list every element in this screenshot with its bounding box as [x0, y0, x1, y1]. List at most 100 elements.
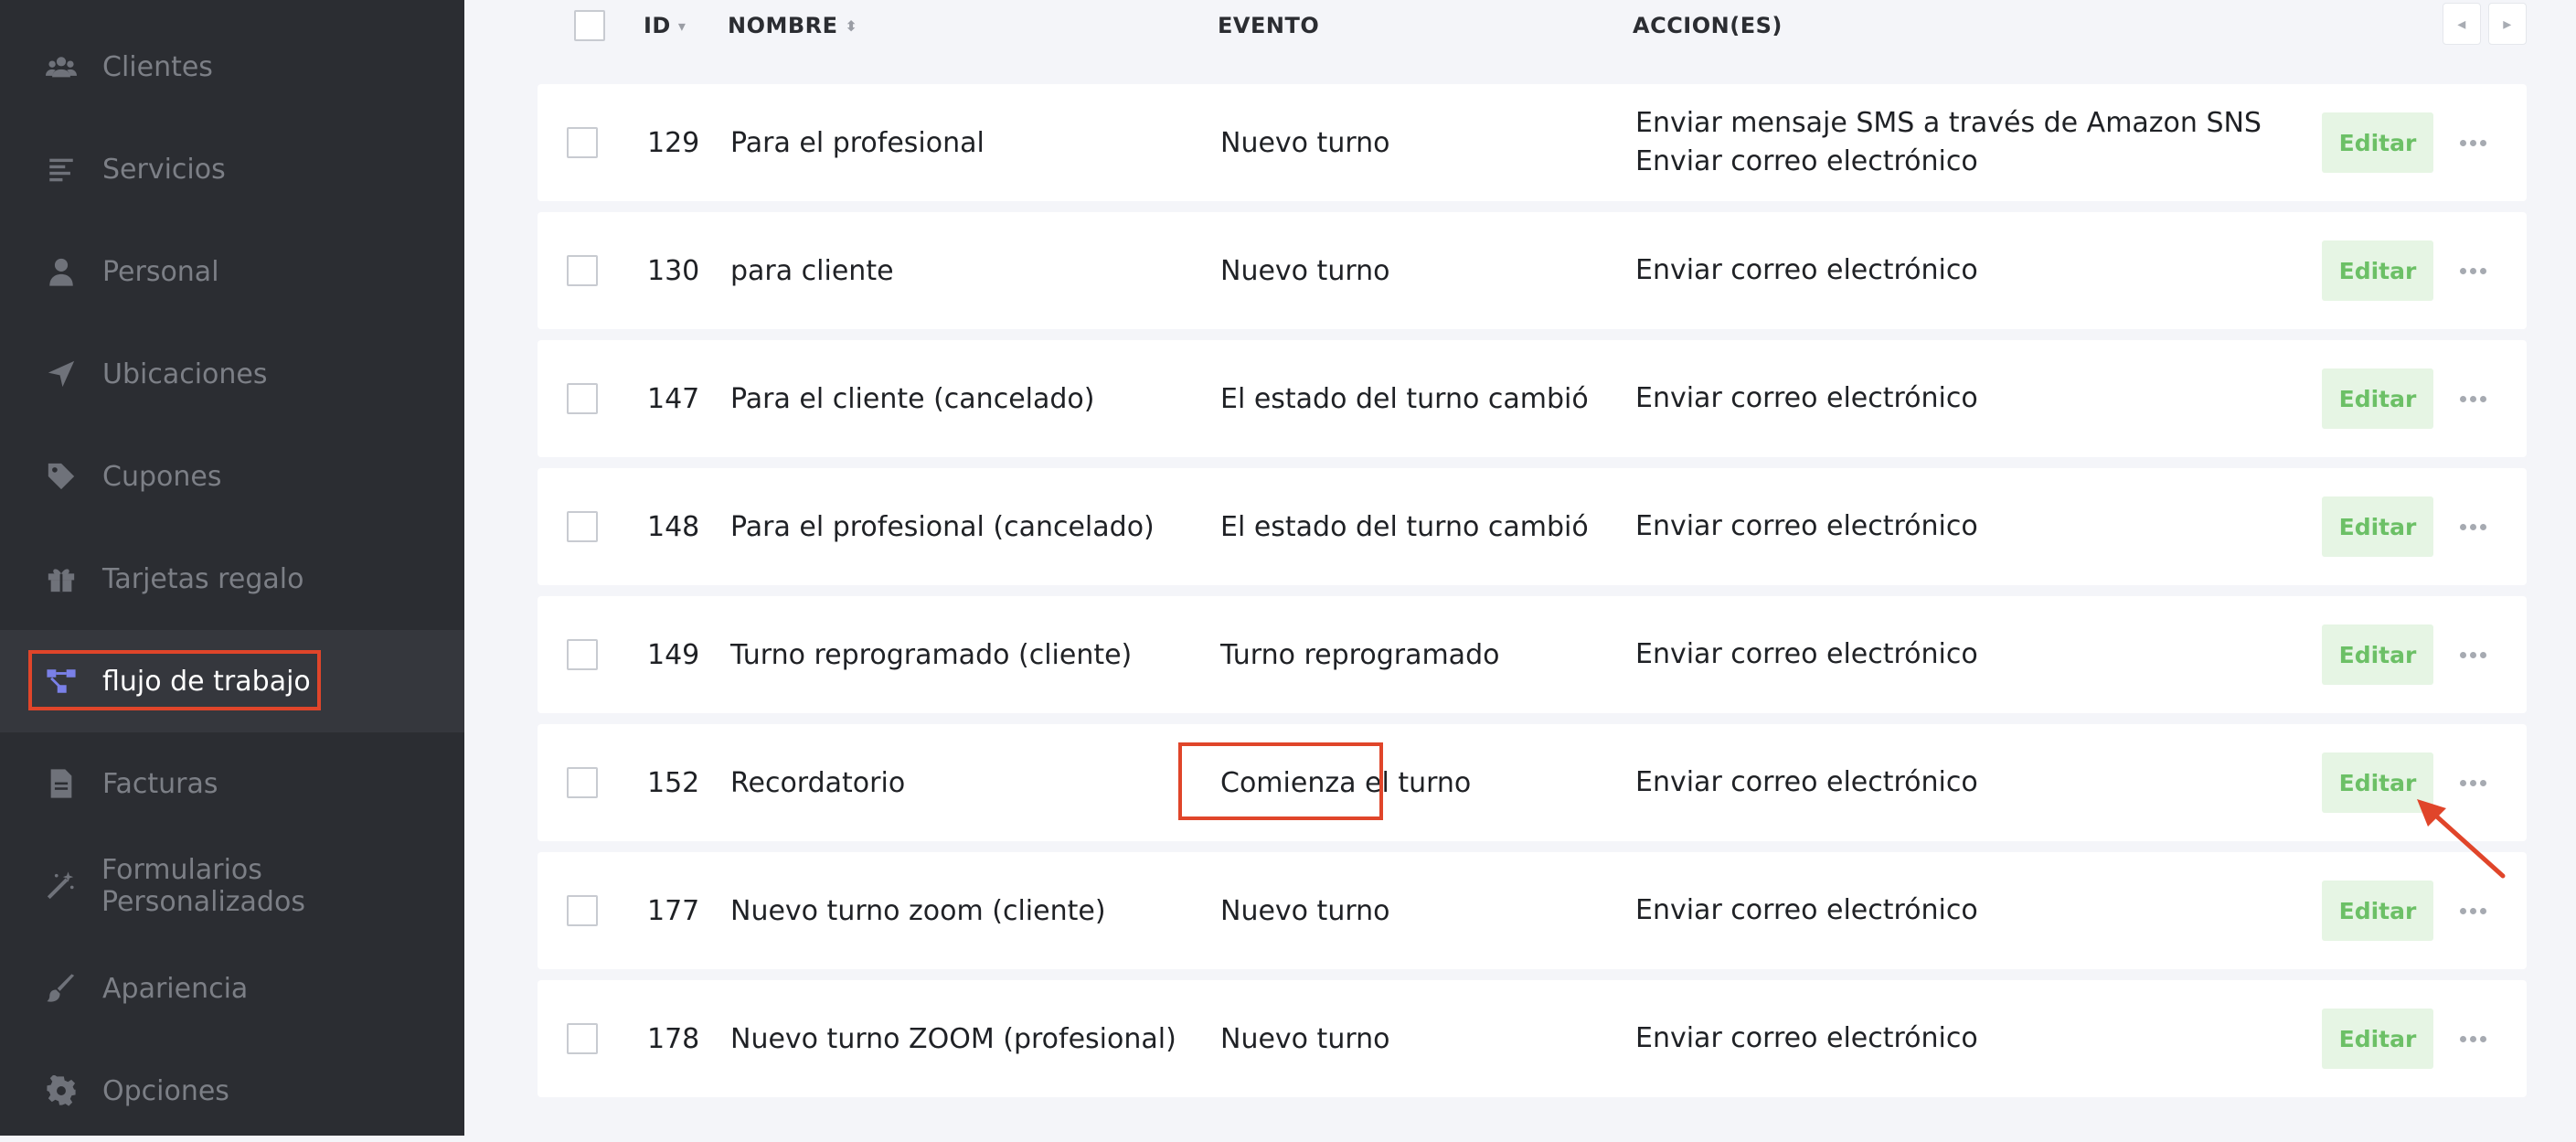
- more-options-icon[interactable]: [2457, 1026, 2488, 1051]
- edit-button[interactable]: Editar: [2322, 240, 2433, 301]
- invoice-icon: [44, 766, 79, 801]
- more-options-icon[interactable]: [2457, 898, 2488, 923]
- row-actions: Enviar correo electrónico: [1635, 596, 1978, 713]
- more-options-icon[interactable]: [2457, 642, 2488, 667]
- sidebar-item-flujo-de-trabajo[interactable]: flujo de trabajo: [0, 630, 464, 732]
- more-options-icon[interactable]: [2457, 258, 2488, 283]
- edit-button[interactable]: Editar: [2322, 881, 2433, 941]
- sidebar-item-label: Opciones: [102, 1074, 229, 1107]
- action-item: Enviar correo electrónico: [1635, 145, 1978, 177]
- row-id: 130: [647, 254, 700, 287]
- row-name: para cliente: [730, 254, 894, 287]
- caret-left-icon: ◂: [2457, 14, 2466, 34]
- row-event: Turno reprogramado: [1220, 638, 1500, 671]
- sidebar-item-tarjetas-regalo[interactable]: Tarjetas regalo: [0, 528, 464, 630]
- edit-button[interactable]: Editar: [2322, 1009, 2433, 1069]
- edit-button[interactable]: Editar: [2322, 496, 2433, 557]
- table-header: ID ▾ NOMBRE ⬍ EVENTO ACCION(ES) ◂ ▸: [538, 0, 2527, 51]
- row-name: Recordatorio: [730, 766, 906, 799]
- row-id: 147: [647, 382, 700, 415]
- row-event: Nuevo turno: [1220, 254, 1390, 287]
- magic-wand-icon: [44, 869, 78, 903]
- row-checkbox[interactable]: [567, 212, 598, 329]
- row-event: El estado del turno cambió: [1220, 510, 1589, 543]
- table-row: 147 Para el cliente (cancelado) El estad…: [538, 340, 2527, 457]
- row-event: Nuevo turno: [1220, 126, 1390, 159]
- table-row: 148 Para el profesional (cancelado) El e…: [538, 468, 2527, 585]
- sidebar-item-label: Ubicaciones: [102, 358, 268, 390]
- edit-button[interactable]: Editar: [2322, 752, 2433, 813]
- sidebar-item-label: Personal: [102, 255, 219, 288]
- row-checkbox[interactable]: [567, 340, 598, 457]
- sidebar-item-formularios-personalizados[interactable]: Formularios Personalizados: [0, 835, 464, 937]
- row-actions: Enviar correo electrónico: [1635, 340, 1978, 457]
- header-id[interactable]: ID ▾: [644, 13, 686, 38]
- sort-icon: ⬍: [845, 16, 858, 35]
- sidebar-item-cupones[interactable]: Cupones: [0, 425, 464, 528]
- row-actions: Enviar correo electrónico: [1635, 212, 1978, 329]
- sidebar-item-label: Cupones: [102, 460, 222, 493]
- sidebar-item-facturas[interactable]: Facturas: [0, 732, 464, 835]
- action-item: Enviar correo electrónico: [1635, 1022, 1978, 1054]
- table-row: 129 Para el profesional Nuevo turno Envi…: [538, 84, 2527, 201]
- sidebar-item-label: Clientes: [102, 50, 213, 83]
- table-row: 130 para cliente Nuevo turno Enviar corr…: [538, 212, 2527, 329]
- action-item: Enviar correo electrónico: [1635, 382, 1978, 414]
- sidebar-item-ubicaciones[interactable]: Ubicaciones: [0, 323, 464, 425]
- action-item: Enviar mensaje SMS a través de Amazon SN…: [1635, 107, 2262, 139]
- row-name: Para el profesional (cancelado): [730, 510, 1155, 543]
- header-actions: ACCION(ES): [1633, 13, 1783, 38]
- row-event: Comienza el turno: [1220, 766, 1472, 799]
- row-name: Nuevo turno zoom (cliente): [730, 894, 1106, 927]
- action-item: Enviar correo electrónico: [1635, 638, 1978, 670]
- row-id: 152: [647, 766, 700, 799]
- more-options-icon[interactable]: [2457, 514, 2488, 539]
- sidebar-item-label: Facturas: [102, 767, 218, 800]
- row-name: Para el profesional: [730, 126, 985, 159]
- row-name: Para el cliente (cancelado): [730, 382, 1095, 415]
- sidebar-item-label: flujo de trabajo: [102, 665, 311, 698]
- row-checkbox[interactable]: [567, 468, 598, 585]
- edit-button[interactable]: Editar: [2322, 368, 2433, 429]
- table-row: 152 Recordatorio Comienza el turno Envia…: [538, 724, 2527, 841]
- sidebar-item-opciones[interactable]: Opciones: [0, 1040, 464, 1142]
- sidebar: Clientes Servicios Personal Ubicaciones …: [0, 0, 464, 1136]
- gift-icon: [44, 561, 79, 596]
- row-checkbox[interactable]: [567, 724, 598, 841]
- prev-page-button[interactable]: ◂: [2443, 3, 2481, 45]
- edit-button[interactable]: Editar: [2322, 624, 2433, 685]
- next-page-button[interactable]: ▸: [2488, 3, 2527, 45]
- workflow-table: ID ▾ NOMBRE ⬍ EVENTO ACCION(ES) ◂ ▸ 129 Pa…: [464, 0, 2576, 1136]
- row-actions: Enviar correo electrónico: [1635, 468, 1978, 585]
- sidebar-item-servicios[interactable]: Servicios: [0, 118, 464, 220]
- location-arrow-icon: [44, 357, 79, 391]
- row-id: 178: [647, 1022, 700, 1055]
- more-options-icon[interactable]: [2457, 386, 2488, 411]
- header-name[interactable]: NOMBRE ⬍: [728, 13, 857, 38]
- row-checkbox[interactable]: [567, 852, 598, 969]
- tag-icon: [44, 459, 79, 494]
- pagination: ◂ ▸: [2443, 3, 2527, 45]
- more-options-icon[interactable]: [2457, 130, 2488, 155]
- sidebar-item-label: Tarjetas regalo: [102, 562, 304, 595]
- row-checkbox[interactable]: [567, 980, 598, 1097]
- sidebar-item-apariencia[interactable]: Apariencia: [0, 937, 464, 1040]
- row-id: 148: [647, 510, 700, 543]
- paint-brush-icon: [44, 971, 79, 1006]
- edit-button[interactable]: Editar: [2322, 112, 2433, 173]
- row-checkbox[interactable]: [567, 84, 598, 201]
- user-icon: [44, 254, 79, 289]
- table-row: 178 Nuevo turno ZOOM (profesional) Nuevo…: [538, 980, 2527, 1097]
- row-name: Turno reprogramado (cliente): [730, 638, 1133, 671]
- table-row: 149 Turno reprogramado (cliente) Turno r…: [538, 596, 2527, 713]
- row-event: Nuevo turno: [1220, 1022, 1390, 1055]
- sidebar-item-label: Servicios: [102, 153, 226, 186]
- row-checkbox[interactable]: [567, 596, 598, 713]
- action-item: Enviar correo electrónico: [1635, 510, 1978, 542]
- sidebar-item-personal[interactable]: Personal: [0, 220, 464, 323]
- select-all-checkbox[interactable]: [574, 10, 605, 41]
- row-id: 149: [647, 638, 700, 671]
- more-options-icon[interactable]: [2457, 770, 2488, 795]
- sort-desc-icon: ▾: [677, 16, 687, 35]
- sidebar-item-clientes[interactable]: Clientes: [0, 16, 464, 118]
